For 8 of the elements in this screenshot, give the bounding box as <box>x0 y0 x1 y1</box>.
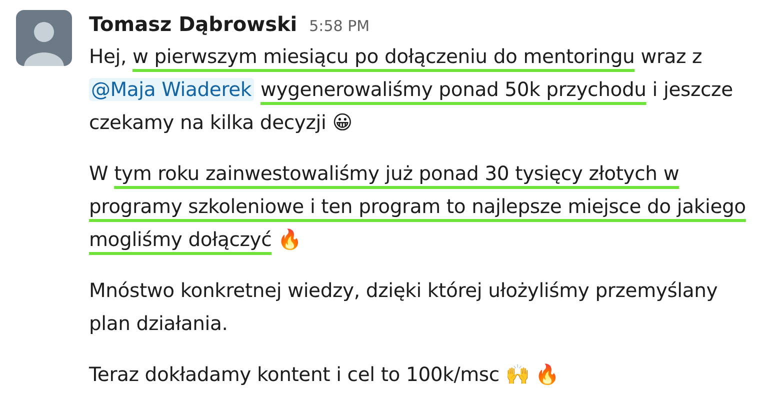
message-paragraph: Hej, w pierwszym miesiącu po dołączeniu do mentoringu wraz z @Maja Wiaderek wygenerowaliśmy ponad 50k przychodu i jeszcze czekamy na kilka decyzji 😀 <box>89 44 734 136</box>
message-paragraph: Mnóstwo konkretnej wiedzy, dzięki której ułożyliśmy przemyślany plan działania. <box>89 278 719 337</box>
message-paragraph: W tym roku zainwestowaliśmy już ponad 30 tysięcy złotych w programy szkoleniowe i ten program to najlepsze miejsce do jakiego mogliśmy dołączyć 🔥 <box>89 161 747 253</box>
author-name[interactable]: Tomasz Dąbrowski <box>89 12 298 36</box>
user-mention-link[interactable]: @Maja Wiaderek <box>89 78 254 101</box>
message-paragraph: Teraz dokładamy kontent i cel to 100k/msc 🙌 🔥 <box>89 362 560 388</box>
avatar <box>16 10 72 66</box>
timestamp[interactable]: 5:58 PM <box>309 17 370 35</box>
